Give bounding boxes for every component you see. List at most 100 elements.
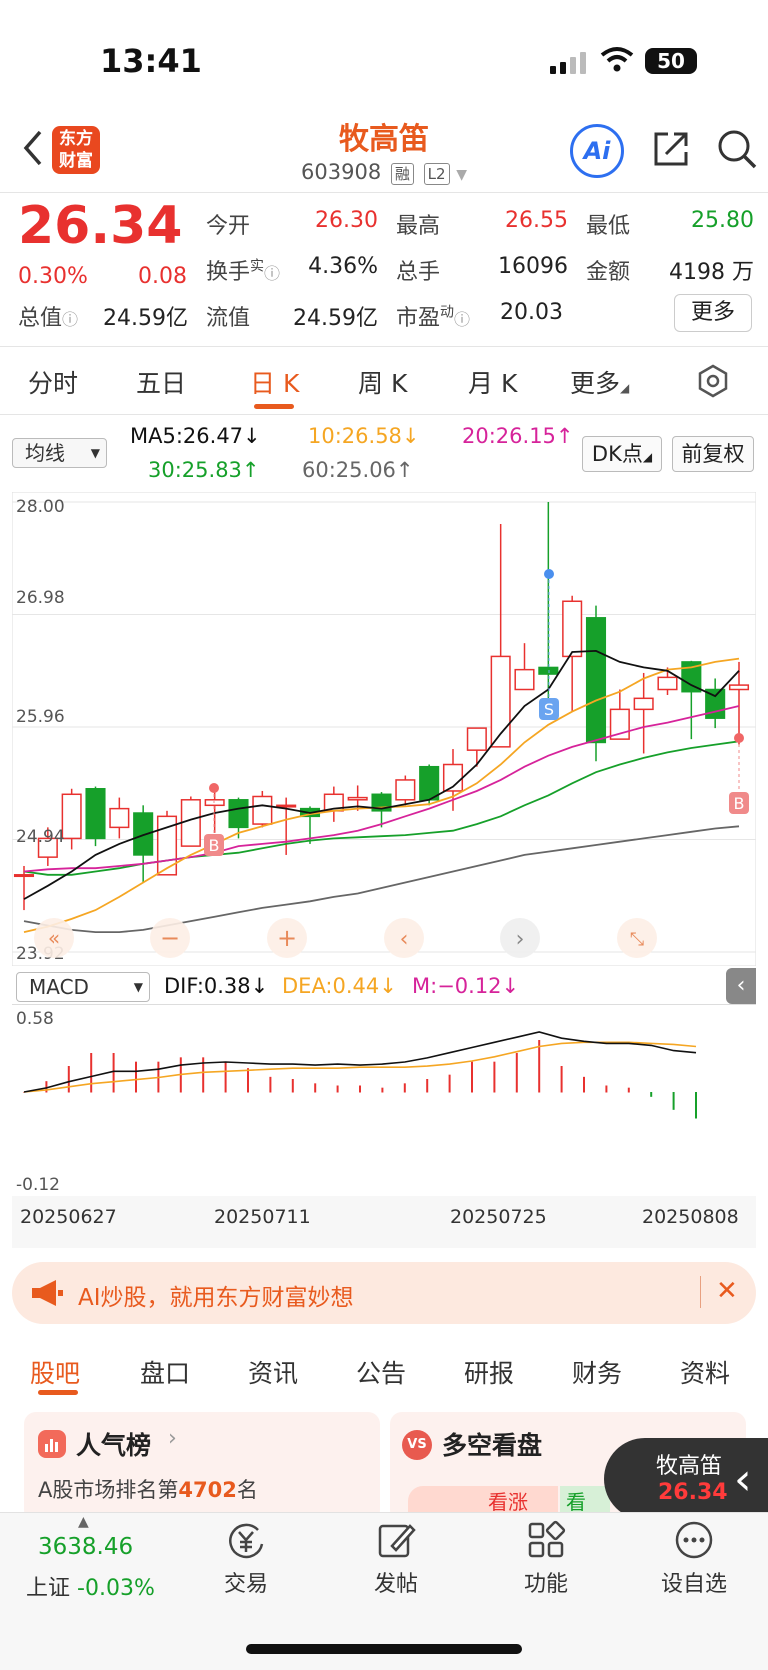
index-info[interactable]: 上证 -0.03% (26, 1570, 155, 1602)
megaphone-icon (32, 1280, 63, 1306)
dk-point-button[interactable]: DK点◢ (582, 436, 662, 472)
tab-handicap[interactable]: 盘口 (140, 1354, 190, 1390)
search-icon[interactable] (716, 128, 758, 170)
banner-text[interactable]: AI炒股，就用东方财富妙想 (78, 1278, 354, 1312)
tab-more[interactable]: 更多◢ (570, 364, 629, 400)
change-amount: 0.08 (138, 264, 187, 289)
candle-body (61, 793, 82, 840)
nav-post[interactable]: 发帖 (346, 1566, 446, 1598)
tab-news[interactable]: 资讯 (248, 1354, 298, 1390)
candle-body (395, 779, 416, 801)
date-label: 20250711 (214, 1206, 311, 1228)
battery-icon: 50 (645, 48, 697, 74)
yuan-circle-icon[interactable] (226, 1522, 266, 1560)
nav-trade[interactable]: 交易 (196, 1566, 296, 1598)
sell-marker-label: S (544, 700, 554, 719)
high-value: 26.55 (505, 208, 568, 233)
tab-finance[interactable]: 财务 (572, 1354, 622, 1390)
tab-profile[interactable]: 资料 (680, 1354, 730, 1390)
indicator-selector[interactable]: 均线 ▼ (12, 438, 107, 468)
tab-five-day[interactable]: 五日 (136, 364, 186, 400)
more-dots-icon[interactable] (674, 1520, 714, 1560)
date-label: 20250627 (20, 1206, 117, 1228)
nav-add-watchlist[interactable]: 设自选 (644, 1566, 744, 1598)
low-label: 最低 (586, 214, 631, 239)
apps-grid-icon[interactable] (526, 1520, 566, 1560)
candle-body (13, 874, 35, 878)
caret-up-icon: ▲ (78, 1514, 89, 1530)
cellular-signal-icon (550, 52, 586, 74)
macd-y-top: 0.58 (16, 1009, 54, 1029)
info-icon[interactable]: ⓘ (62, 310, 78, 329)
tab-announcement[interactable]: 公告 (356, 1354, 406, 1390)
close-icon[interactable]: ✕ (716, 1276, 738, 1306)
scroll-start-button[interactable]: « (34, 918, 74, 958)
zoom-in-button[interactable]: + (267, 918, 307, 958)
candle-body (85, 788, 106, 840)
candle-body (228, 799, 249, 829)
info-icon[interactable]: ⓘ (454, 310, 470, 329)
fullscreen-button[interactable]: ⤡ (617, 918, 657, 958)
tab-research[interactable]: 研报 (464, 1354, 514, 1390)
tab-intraday[interactable]: 分时 (28, 364, 78, 400)
bar-chart-icon (38, 1430, 66, 1458)
share-icon[interactable] (650, 128, 692, 170)
floating-stock-name: 牧高笛 (656, 1454, 723, 1479)
chevron-left-icon[interactable]: ‹ (734, 1454, 752, 1505)
buy-marker-label: B (209, 836, 220, 855)
gear-icon[interactable] (696, 364, 730, 398)
caret-icon: ◢ (620, 381, 630, 395)
candle-body (204, 799, 225, 807)
amount-label: 金额 (586, 260, 631, 285)
svg-text:›: › (516, 927, 525, 952)
y-label-26.98: 26.98 (16, 588, 65, 608)
tab-daily-k[interactable]: 日 K (250, 364, 299, 400)
rank-text: A股市场排名第4702名 (38, 1478, 258, 1502)
stock-code: 603908 (301, 160, 382, 184)
tab-forum[interactable]: 股吧 (30, 1354, 80, 1390)
popularity-card[interactable]: 人气榜 › A股市场排名第4702名 (24, 1412, 380, 1522)
date-axis: 20250627 20250711 20250725 20250808 (12, 1196, 756, 1248)
candle-body (633, 697, 654, 711)
dropdown-caret-icon[interactable]: ▼ (456, 167, 467, 183)
candle-body (585, 617, 607, 744)
mcap-value: 24.59亿 (103, 306, 188, 331)
open-label: 今开 (206, 214, 251, 239)
divider (700, 1276, 701, 1308)
candlestick-chart[interactable]: 28.00 26.98 25.96 24.94 23.92 B S B « − … (12, 492, 756, 966)
volume-label: 总手 (396, 260, 441, 285)
macd-chart[interactable]: 0.58 -0.12 (12, 1004, 756, 1196)
divider (0, 346, 768, 347)
current-price: 26.34 (18, 196, 183, 256)
collapse-panel-button[interactable]: ‹ (726, 968, 756, 1004)
scroll-left-button[interactable]: ‹ (384, 918, 424, 958)
nav-functions[interactable]: 功能 (496, 1566, 596, 1598)
ma5-value: MA5:26.47↓ (130, 424, 261, 448)
dea-value: DEA:0.44↓ (282, 974, 397, 998)
home-indicator (246, 1644, 522, 1654)
ma20-value: 20:26.15↑ (462, 424, 574, 448)
ma60-value: 60:25.06↑ (302, 458, 414, 482)
tab-weekly-k[interactable]: 周 K (358, 364, 407, 400)
change-percent: 0.30% (18, 264, 88, 289)
vs-icon: VS (402, 1430, 432, 1460)
candle-body (252, 795, 273, 825)
svg-text:−: − (160, 924, 180, 952)
more-quote-button[interactable]: 更多 (674, 294, 752, 332)
candle-body (728, 684, 750, 691)
scroll-right-button[interactable]: › (500, 918, 540, 958)
adjust-button[interactable]: 前复权 (672, 436, 754, 472)
zoom-out-button[interactable]: − (150, 918, 190, 958)
info-icon[interactable]: ⓘ (264, 264, 280, 283)
ai-assistant-button[interactable]: Ai (570, 124, 624, 178)
date-label: 20250725 (450, 1206, 547, 1228)
candle-body (514, 668, 535, 691)
amount-value: 4198 万 (669, 260, 754, 285)
index-value[interactable]: 3638.46 (38, 1534, 133, 1560)
svg-text:+: + (277, 924, 297, 952)
mcap-label: 总值ⓘ (18, 306, 79, 331)
macd-selector[interactable]: MACD ▼ (16, 972, 150, 1002)
active-tab-indicator (254, 404, 294, 409)
tab-monthly-k[interactable]: 月 K (468, 364, 517, 400)
edit-icon[interactable] (376, 1520, 416, 1560)
